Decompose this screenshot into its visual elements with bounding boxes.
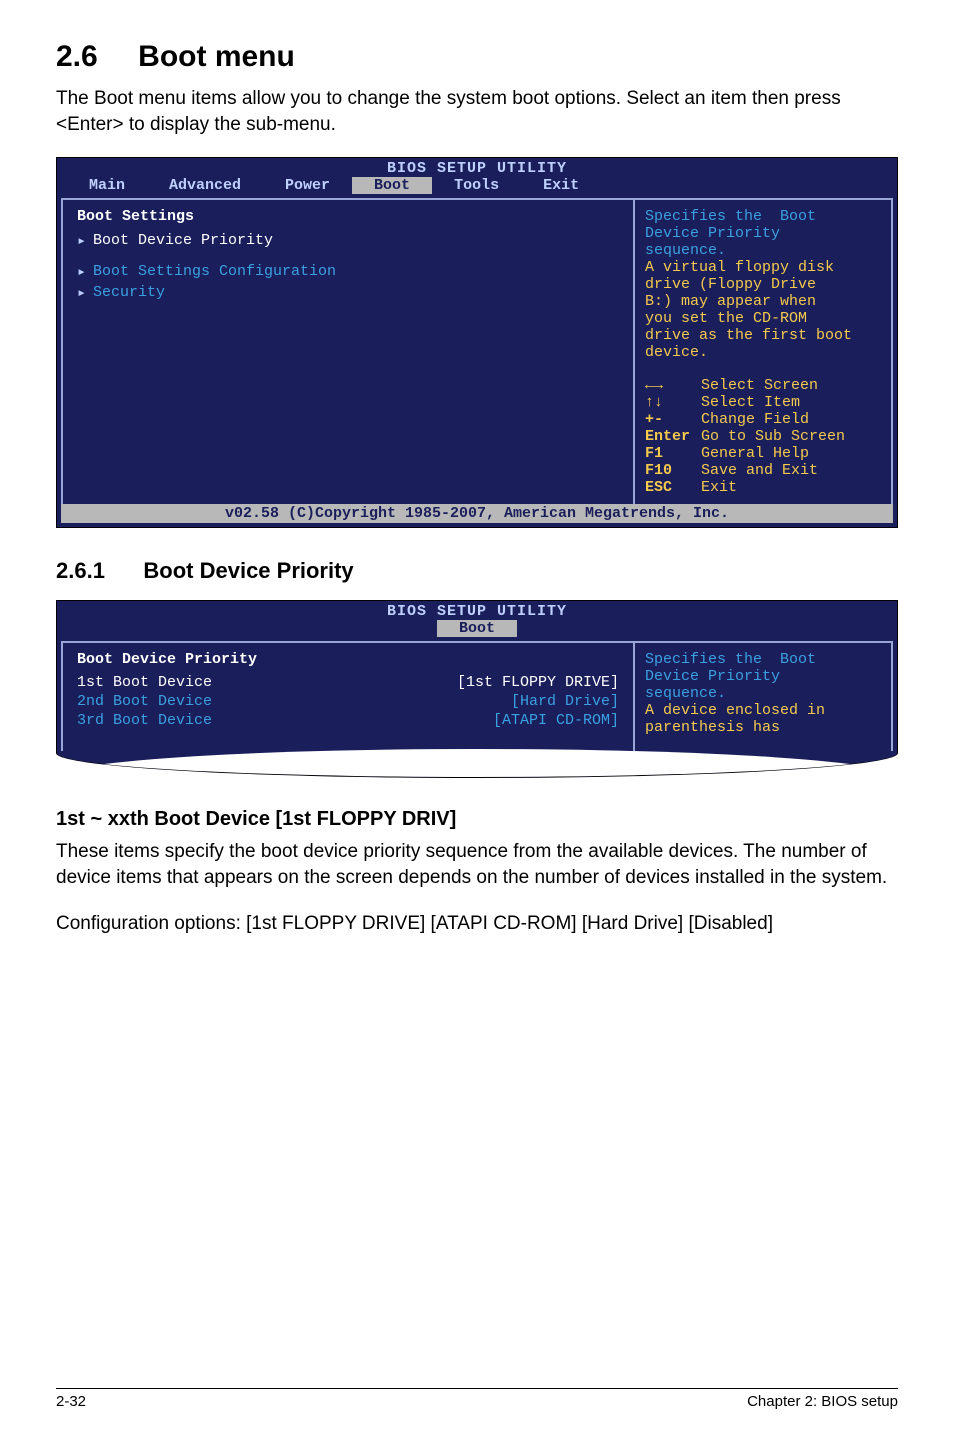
bios-key-legend: ←→Select Screen ↑↓Select Item +-Change F… [645, 377, 881, 496]
bios-tab-advanced[interactable]: Advanced [147, 177, 263, 194]
config-options-line: Configuration options: [1st FLOPPY DRIVE… [56, 911, 898, 937]
submenu-arrow-icon: ▸ [77, 231, 93, 250]
key-desc: Select Item [701, 394, 800, 411]
section-number: 2.6 [56, 40, 98, 74]
bios-help-panel: Specifies the Boot Device Priority seque… [633, 641, 893, 751]
key-label: F10 [645, 462, 701, 479]
help-line: B:) may appear when [645, 293, 881, 310]
option-value: [ATAPI CD-ROM] [493, 712, 619, 729]
bios-title: BIOS SETUP UTILITY [57, 158, 897, 177]
key-desc: Change Field [701, 411, 809, 428]
page-footer: 2-32 Chapter 2: BIOS setup [56, 1388, 898, 1410]
help-line: sequence. [645, 685, 881, 702]
key-desc: Save and Exit [701, 462, 818, 479]
help-line: A device enclosed in [645, 702, 881, 719]
help-line: you set the CD-ROM [645, 310, 881, 327]
key-label: ESC [645, 479, 701, 496]
bios-tab-boot[interactable]: Boot [437, 620, 517, 637]
option-label: 3rd Boot Device [77, 712, 277, 729]
bios-menu-item[interactable]: ▸ Security [77, 283, 619, 302]
bios-option-row[interactable]: 3rd Boot Device [ATAPI CD-ROM] [77, 712, 619, 729]
section-title: Boot menu [138, 40, 295, 74]
bios-menu-item[interactable]: ▸ Boot Settings Configuration [77, 262, 619, 281]
section-heading: 2.6 Boot menu [56, 40, 898, 74]
config-option-heading: 1st ~ xxth Boot Device [1st FLOPPY DRIV] [56, 808, 898, 831]
key-label: Enter [645, 428, 701, 445]
help-line: Device Priority [645, 225, 881, 242]
key-desc: Go to Sub Screen [701, 428, 845, 445]
help-line: Specifies the Boot [645, 651, 881, 668]
help-line: Device Priority [645, 668, 881, 685]
bios-tab-bar: Main Advanced Power Boot Tools Exit [57, 177, 897, 198]
help-line: device. [645, 344, 881, 361]
subsection-title: Boot Device Priority [143, 558, 353, 584]
bios-option-row[interactable]: 1st Boot Device [1st FLOPPY DRIVE] [77, 674, 619, 691]
key-label: ↑↓ [645, 394, 701, 411]
option-value: [1st FLOPPY DRIVE] [457, 674, 619, 691]
bios-title: BIOS SETUP UTILITY [57, 601, 897, 620]
config-paragraph: These items specify the boot device prio… [56, 839, 898, 890]
bios-tab-main[interactable]: Main [67, 177, 147, 194]
chapter-label: Chapter 2: BIOS setup [747, 1393, 898, 1410]
key-desc: Exit [701, 479, 737, 496]
option-label: 2nd Boot Device [77, 693, 277, 710]
bios-left-panel: Boot Device Priority 1st Boot Device [1s… [61, 641, 633, 751]
bios-copyright-footer: v02.58 (C)Copyright 1985-2007, American … [61, 504, 893, 523]
bios-item-label: Security [93, 284, 165, 301]
key-desc: Select Screen [701, 377, 818, 394]
bios-item-label: Boot Settings Configuration [93, 263, 336, 280]
bios-tab-boot[interactable]: Boot [352, 177, 432, 194]
bios-screenshot-boot-settings: BIOS SETUP UTILITY Main Advanced Power B… [56, 157, 898, 528]
option-value: [Hard Drive] [511, 693, 619, 710]
submenu-arrow-icon: ▸ [77, 283, 93, 302]
bios-tab-tools[interactable]: Tools [432, 177, 521, 194]
key-label: +- [645, 411, 701, 428]
key-label: ←→ [645, 377, 701, 394]
key-desc: General Help [701, 445, 809, 462]
key-label: F1 [645, 445, 701, 462]
page-number: 2-32 [56, 1393, 86, 1410]
bios-option-row[interactable]: 2nd Boot Device [Hard Drive] [77, 693, 619, 710]
bios-panel-header: Boot Settings [77, 208, 619, 225]
bios-tab-power[interactable]: Power [263, 177, 352, 194]
bios-menu-item[interactable]: ▸ Boot Device Priority [77, 231, 619, 250]
bios-left-panel: Boot Settings ▸ Boot Device Priority ▸ B… [61, 198, 633, 504]
help-line: drive as the first boot [645, 327, 881, 344]
bios-screenshot-boot-priority: BIOS SETUP UTILITY Boot Boot Device Prio… [56, 600, 898, 778]
help-line: Specifies the Boot [645, 208, 881, 225]
help-line: drive (Floppy Drive [645, 276, 881, 293]
option-label: 1st Boot Device [77, 674, 277, 691]
subsection-number: 2.6.1 [56, 558, 105, 584]
help-line: A virtual floppy disk [645, 259, 881, 276]
bios-panel-header: Boot Device Priority [77, 651, 619, 668]
bios-help-panel: Specifies the Boot Device Priority seque… [633, 198, 893, 504]
intro-paragraph: The Boot menu items allow you to change … [56, 86, 898, 137]
bios-item-label: Boot Device Priority [93, 232, 273, 249]
help-line: sequence. [645, 242, 881, 259]
bios-tab-exit[interactable]: Exit [521, 177, 601, 194]
help-line: parenthesis has [645, 719, 881, 736]
subsection-heading: 2.6.1 Boot Device Priority [56, 558, 898, 584]
submenu-arrow-icon: ▸ [77, 262, 93, 281]
bios-tab-bar: Boot [57, 620, 897, 641]
